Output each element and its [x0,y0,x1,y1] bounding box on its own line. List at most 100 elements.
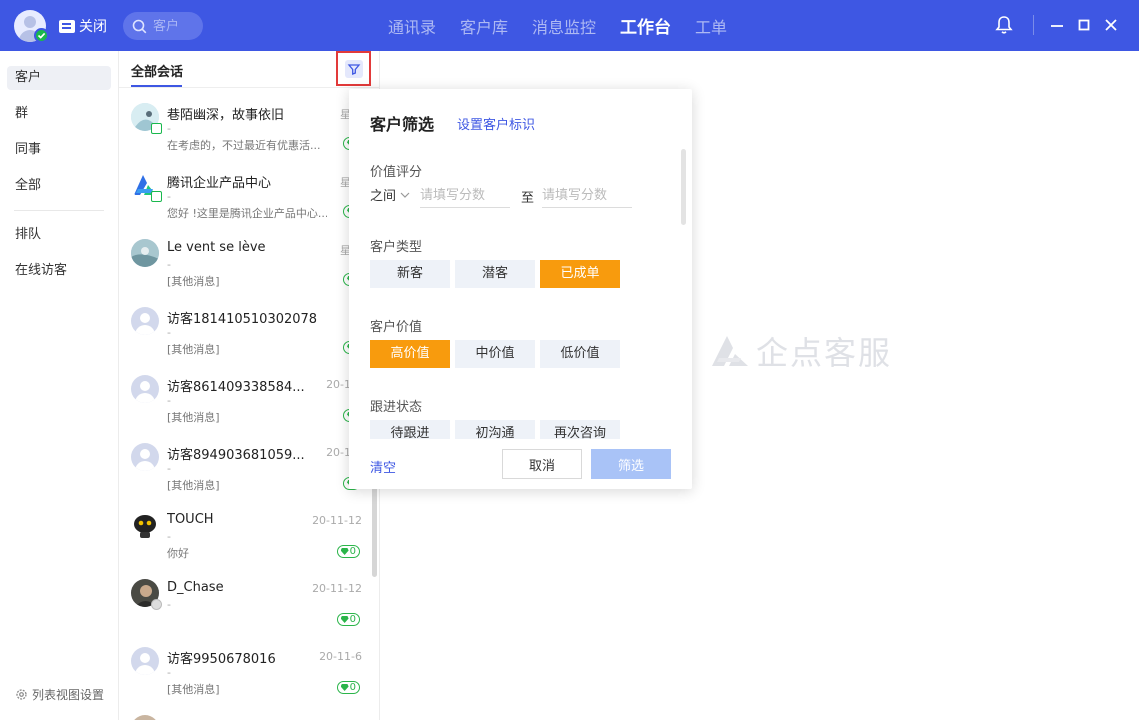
conversation-item[interactable]: 访客894903681059... - [其他消息] 20-11- [119,431,374,499]
range-operator-label: 之间 [370,189,397,204]
message-icon [59,19,75,33]
tab-customer-library[interactable]: 客户库 [460,14,508,38]
tab-tickets[interactable]: 工单 [695,14,727,38]
follow-option-pending[interactable]: 待跟进 [370,420,450,439]
offline-status-icon [151,599,162,610]
contact-name: 访客894903681059... [167,448,305,463]
set-customer-identity-link[interactable]: 设置客户标识 [457,114,535,133]
tab-workbench[interactable]: 工作台 [620,13,671,38]
follow-option-reconsult[interactable]: 再次咨询 [540,420,620,439]
sidebar-item-all[interactable]: 全部 [7,174,111,198]
conversation-item[interactable]: 巷陌幽深，故事依旧 - 在考虑的，不过最近有优惠活... 星期 [119,91,374,159]
list-header-divider [119,87,380,88]
main-nav: 通讯录 客户库 消息监控 工作台 工单 [388,0,751,51]
last-message: [其他消息] [167,343,220,356]
conversation-date: 20-11-12 [312,582,362,595]
settings-icon [16,689,27,700]
filter-body: 价值评分 之间 至 客户类型 新客 潜客 已成单 客户价值 高价值 中价值 低价… [349,147,692,439]
diamond-icon [340,548,349,555]
list-view-settings[interactable]: 列表视图设置 [15,686,104,703]
tab-contacts[interactable]: 通讯录 [388,14,436,38]
wechat-source-icon [151,123,162,134]
clear-button[interactable]: 清空 [370,457,396,476]
score-to-input[interactable] [542,184,632,208]
search-icon [132,19,147,33]
type-label: 客户类型 [370,240,423,255]
value-option-high[interactable]: 高价值 [370,340,450,368]
value-option-medium[interactable]: 中价值 [455,340,535,368]
value-label: 客户价值 [370,320,423,335]
contact-tag: - [167,598,171,611]
last-message: 在考虑的，不过最近有优惠活... [167,139,321,152]
qidian-logo-icon [712,336,748,366]
filter-button[interactable] [336,51,371,86]
visitor-avatar [131,375,159,403]
list-setting-label: 列表视图设置 [32,688,105,702]
diamond-icon [340,684,349,691]
apply-filter-button[interactable]: 筛选 [591,449,671,479]
conversation-item[interactable] [119,703,374,720]
contact-name: 访客9950678016 [167,652,276,667]
value-badge: 0 [336,545,360,558]
tab-all-sessions[interactable]: 全部会话 [131,61,183,80]
contact-tag: - [167,326,171,339]
contact-tag: - [167,190,171,203]
contact-name: Le vent se lève [167,240,266,255]
visitor-avatar [131,647,159,675]
tab-message-monitor[interactable]: 消息监控 [532,14,596,38]
contact-name: 访客861409338584... [167,380,305,395]
sidebar-item-colleagues[interactable]: 同事 [7,138,111,162]
contact-avatar [131,239,159,267]
conversation-list: 全部会话 巷陌幽深，故事依旧 - 在考虑的，不过最近有优惠活... 星期 腾讯企… [119,51,380,720]
search-input[interactable] [153,18,193,34]
mobile-source-icon [151,191,162,202]
last-message: 你好 [167,547,189,560]
popup-scrollbar[interactable] [681,149,686,225]
diamond-icon [340,616,349,623]
conversation-item[interactable]: 访客181410510302078 - [其他消息] 1- [119,295,374,363]
filter-footer: 清空 取消 筛选 [349,439,692,489]
type-option-potential[interactable]: 潜客 [455,260,535,288]
conversation-item[interactable]: 腾讯企业产品中心 - 您好 !这里是腾讯企业产品中心... 星期 [119,159,374,227]
contact-name: D_Chase [167,580,224,595]
conversation-item[interactable]: 访客861409338584... - [其他消息] 20-12- [119,363,374,431]
visitor-avatar [131,307,159,335]
value-option-low[interactable]: 低价值 [540,340,620,368]
minimize-icon[interactable] [1050,17,1064,33]
conversation-item[interactable]: Le vent se lève - [其他消息] 星期 [119,227,374,295]
top-bar: 关闭 通讯录 客户库 消息监控 工作台 工单 [0,0,1139,51]
cancel-button[interactable]: 取消 [502,449,582,479]
customer-filter-popup: 客户筛选 设置客户标识 价值评分 之间 至 客户类型 新客 潜客 已成单 客户价… [349,89,692,489]
close-button[interactable]: 关闭 [59,16,107,36]
follow-label: 跟进状态 [370,400,423,415]
close-window-icon[interactable] [1104,17,1118,33]
contact-tag: - [167,258,171,271]
bell-icon[interactable] [995,15,1013,35]
contact-tag: - [167,122,171,135]
score-from-input[interactable] [420,184,510,208]
maximize-icon[interactable] [1077,17,1091,33]
sidebar-item-customers[interactable]: 客户 [7,66,111,90]
filter-icon [345,60,363,78]
type-option-closed[interactable]: 已成单 [540,260,620,288]
sidebar: 客户 群 同事 全部 排队 在线访客 列表视图设置 [0,51,119,720]
sidebar-item-online-visitors[interactable]: 在线访客 [7,259,111,283]
toolbar-divider [1033,15,1034,35]
contact-tag: - [167,666,171,679]
sidebar-item-groups[interactable]: 群 [7,102,111,126]
last-message: [其他消息] [167,275,220,288]
range-operator-select[interactable]: 之间 [370,185,411,204]
contact-name: 访客181410510302078 [167,312,317,327]
range-to-label: 至 [521,191,535,206]
conversation-item[interactable]: TOUCH - 你好 20-11-12 0 [119,499,374,567]
follow-option-initial[interactable]: 初沟通 [455,420,535,439]
value-badge: 0 [336,681,360,694]
online-status-icon [34,28,49,43]
conversation-item[interactable]: 访客9950678016 - [其他消息] 20-11-6 0 [119,635,374,703]
search-box[interactable] [123,12,203,40]
type-option-new[interactable]: 新客 [370,260,450,288]
last-message: [其他消息] [167,479,220,492]
conversation-item[interactable]: D_Chase - 20-11-12 0 [119,567,374,635]
brand-watermark: 企点客服 [710,328,892,374]
sidebar-item-queue[interactable]: 排队 [7,223,111,247]
